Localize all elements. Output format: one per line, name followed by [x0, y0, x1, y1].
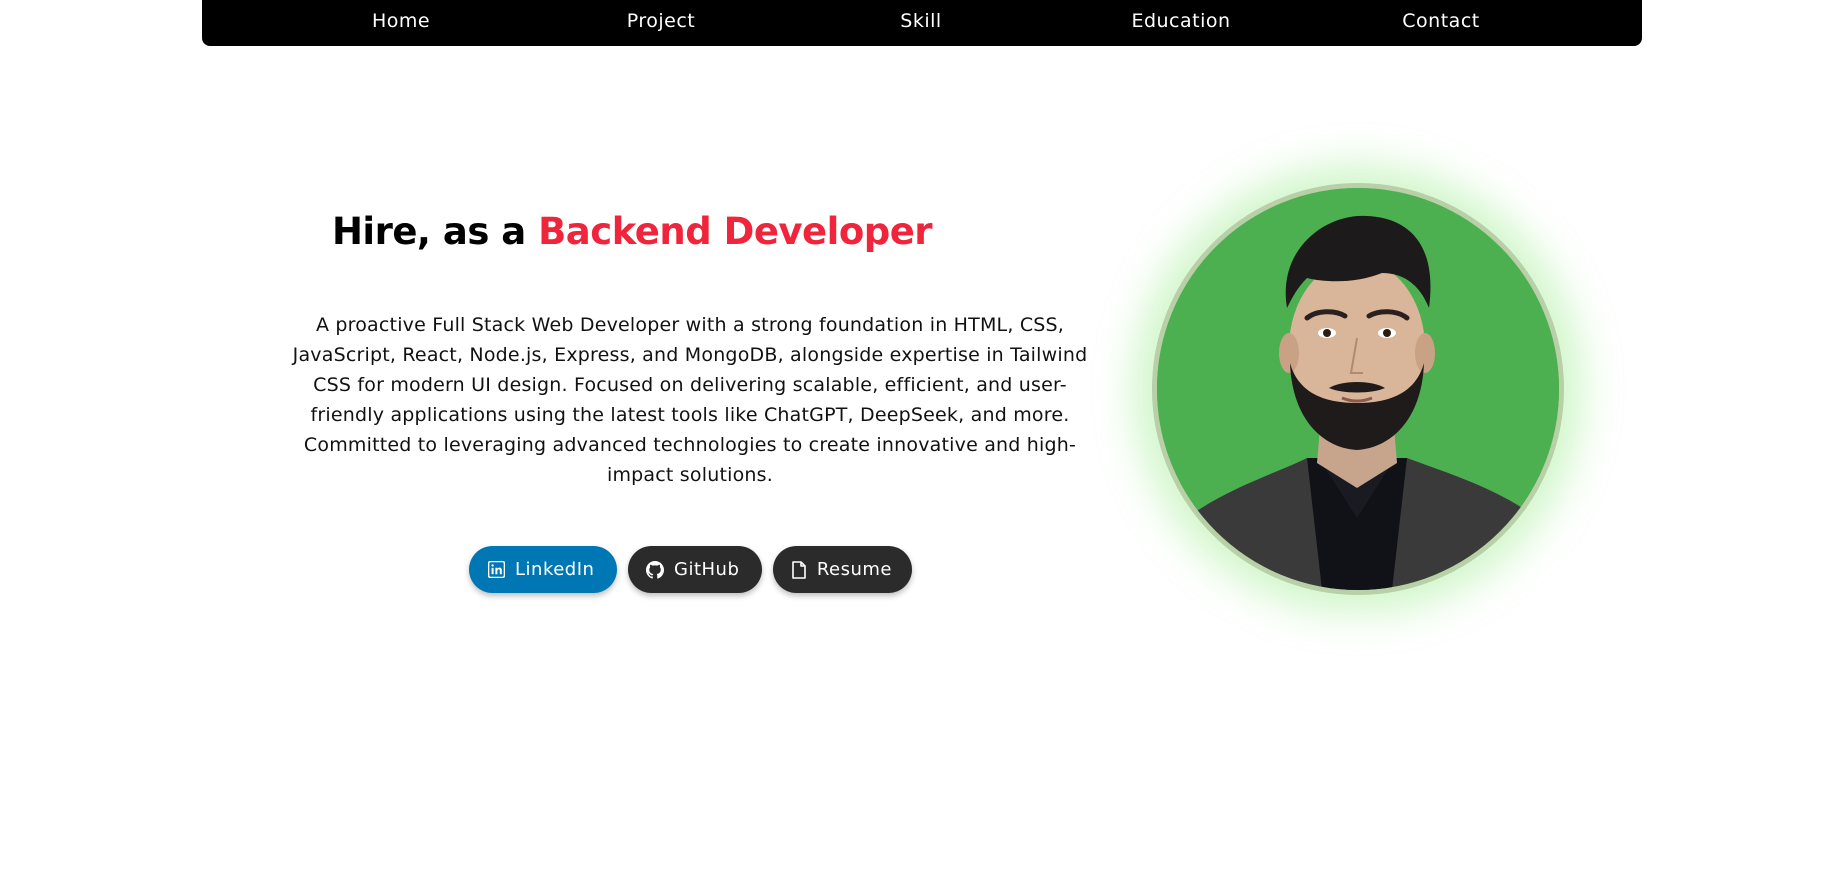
- github-button[interactable]: GitHub: [628, 546, 762, 593]
- linkedin-button[interactable]: LinkedIn: [469, 546, 617, 593]
- nav-education[interactable]: Education: [1131, 0, 1230, 43]
- hero-title-accent: Backend Developer: [538, 210, 933, 253]
- github-button-label: GitHub: [674, 559, 740, 580]
- nav-home[interactable]: Home: [372, 0, 430, 43]
- profile-photo: [1152, 183, 1564, 595]
- nav-skill[interactable]: Skill: [900, 0, 941, 43]
- social-buttons: LinkedIn GitHub Resume: [469, 546, 912, 593]
- linkedin-button-label: LinkedIn: [515, 559, 595, 580]
- top-navbar: Home Project Skill Education Contact: [202, 0, 1642, 46]
- nav-contact[interactable]: Contact: [1402, 0, 1479, 43]
- hero-title-prefix: Hire, as a: [331, 210, 539, 253]
- file-icon: [791, 560, 807, 579]
- hero-title: Hire, as a Backend Developer: [282, 210, 982, 253]
- resume-button-label: Resume: [816, 559, 892, 580]
- page: Home Project Skill Education Contact Hir…: [0, 0, 1847, 870]
- linkedin-icon: [487, 561, 505, 579]
- nav-project[interactable]: Project: [627, 0, 696, 43]
- hero-description: A proactive Full Stack Web Developer wit…: [292, 314, 1088, 486]
- resume-button[interactable]: Resume: [773, 546, 912, 593]
- github-icon: [646, 560, 664, 579]
